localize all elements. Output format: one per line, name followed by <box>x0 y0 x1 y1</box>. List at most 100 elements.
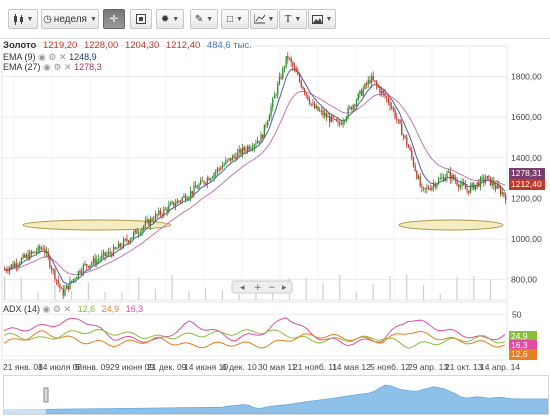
candle-body <box>272 98 274 107</box>
candle-body <box>246 146 249 152</box>
eye-icon[interactable]: ◉ <box>43 304 51 314</box>
candle-body <box>30 251 33 254</box>
close-value: 1212,40 <box>165 40 201 51</box>
adx-tag-3: 12,6 <box>509 349 537 360</box>
candle-body <box>416 171 418 179</box>
gear-icon[interactable]: ⚙ <box>53 62 61 72</box>
candle-body <box>233 155 235 157</box>
candle-body <box>193 185 195 194</box>
candle-body <box>179 200 182 202</box>
candle-body <box>466 188 468 191</box>
candle-body <box>287 56 289 59</box>
close-icon[interactable]: ✕ <box>59 52 67 62</box>
candle-body <box>437 179 440 184</box>
candle-body <box>459 184 462 188</box>
candle-body <box>441 177 443 179</box>
candle-body <box>372 76 374 81</box>
chevron-down-icon: ▼ <box>267 15 275 23</box>
candle-body <box>7 270 9 272</box>
candle-body <box>370 76 373 83</box>
navigator-chart[interactable] <box>3 376 549 415</box>
eye-icon[interactable]: ◉ <box>38 52 46 62</box>
close-icon[interactable]: ✕ <box>64 62 72 72</box>
time-axis-label: 29 апр. 13 <box>408 362 449 372</box>
chart-type-button[interactable]: ▼ <box>8 9 38 29</box>
volume-bar <box>238 293 240 300</box>
candle-body <box>471 183 473 186</box>
pencil-icon: ✎ <box>194 13 204 25</box>
candle-body <box>298 74 301 81</box>
candle-body <box>436 183 438 187</box>
price-axis-label: 1800,00 <box>511 71 542 81</box>
candle-body <box>473 183 475 190</box>
candle-body <box>124 238 126 240</box>
close-icon[interactable]: ✕ <box>64 304 72 314</box>
image-button[interactable]: ▼ <box>308 9 336 29</box>
candle-body <box>114 247 116 249</box>
volume-bar <box>422 284 425 300</box>
period-label: неделя <box>53 13 87 25</box>
gear-icon[interactable]: ⚙ <box>53 304 61 314</box>
candle-body <box>486 176 488 180</box>
candle-body <box>375 81 378 86</box>
candle-body <box>399 119 401 124</box>
time-axis: 21 янв. 08 14 июля 08 5 янв. 09 29 июня 09 2… <box>0 362 520 374</box>
scale-button[interactable] <box>130 9 152 29</box>
candle-body <box>245 150 247 152</box>
candle-body <box>5 269 7 271</box>
period-dropdown[interactable]: ◷ неделя ▼ <box>41 9 99 29</box>
chevron-down-icon: ▼ <box>294 15 302 23</box>
candle-body <box>463 182 465 185</box>
candle-body <box>464 184 467 189</box>
candle-body <box>76 277 78 279</box>
candle-body <box>151 218 153 221</box>
candle-body <box>236 152 239 160</box>
candle-body <box>200 180 202 185</box>
time-axis-label: 21 окт. 13 <box>445 362 483 372</box>
volume-bar <box>489 278 492 300</box>
navigator[interactable] <box>3 375 549 415</box>
gear-icon[interactable]: ⚙ <box>48 52 56 62</box>
candle-body <box>337 121 339 123</box>
navigator-handle-left[interactable] <box>43 387 49 403</box>
ema27-value: 1278,3 <box>74 62 102 72</box>
text-tool-button[interactable]: T ▼ <box>279 9 307 29</box>
candle-body <box>282 67 284 79</box>
candle-body <box>251 147 254 149</box>
ema27-legend: EMA (27) ◉ ⚙ ✕ 1278,3 <box>3 62 102 73</box>
indicator-button[interactable]: ▼ <box>250 9 278 29</box>
candle-body <box>277 84 279 95</box>
candle-body <box>334 118 336 120</box>
candle-body <box>300 80 302 87</box>
pan-right-icon[interactable]: ▸ <box>282 283 287 293</box>
candle-body <box>24 254 26 258</box>
volume-bar <box>305 277 307 300</box>
draw-tool-button[interactable]: ✎ ▼ <box>190 9 218 29</box>
shape-tool-button[interactable]: □ ▼ <box>221 9 249 29</box>
zoom-out-icon[interactable]: − <box>268 283 276 293</box>
candle-body <box>163 208 165 216</box>
adx-legend: ADX (14) ◉ ⚙ ✕ 12,6 24,9 16,3 <box>3 304 143 315</box>
candle-body <box>387 98 390 103</box>
candle-body <box>335 119 338 122</box>
pan-left-icon[interactable]: ◂ <box>240 283 245 293</box>
candle-body <box>421 186 423 188</box>
candle-body <box>414 165 416 172</box>
candle-body <box>332 116 334 119</box>
crosshair-button[interactable]: ✛ <box>103 9 125 29</box>
eye-icon[interactable]: ◉ <box>43 62 51 72</box>
candle-body <box>215 171 217 174</box>
candle-body <box>133 232 135 238</box>
candle-body <box>273 95 276 99</box>
candle-body <box>96 259 98 264</box>
candle-body <box>178 200 180 202</box>
chart-area[interactable]: 1800,00 1600,00 1400,00 1200,00 1000,00 800,0… <box>0 38 550 415</box>
lighting-button[interactable]: ✹ ▼ <box>156 9 184 29</box>
candle-body <box>101 254 103 259</box>
candle-body <box>203 181 205 184</box>
zoom-in-icon[interactable]: + <box>254 283 262 293</box>
candle-body <box>86 264 88 267</box>
price-chart-canvas[interactable]: 1800,00 1600,00 1400,00 1200,00 1000,00 800,0… <box>0 38 550 415</box>
candle-body <box>280 77 282 79</box>
time-axis-label: 6 дек. 10 <box>222 362 257 372</box>
